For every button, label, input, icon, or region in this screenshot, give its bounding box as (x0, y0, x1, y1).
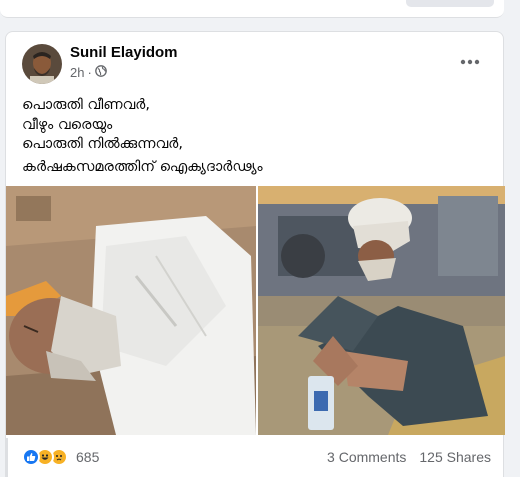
previous-post-card (0, 0, 504, 18)
reactions-summary[interactable]: 685 (22, 448, 99, 466)
elderly-farmer-sitting-photo[interactable] (258, 186, 505, 435)
avatar[interactable] (22, 44, 62, 84)
previous-post-button[interactable] (406, 0, 494, 7)
post-time[interactable]: 2h (70, 65, 84, 80)
post-footer: 685 3 Comments 125 Shares (6, 435, 505, 477)
shares-count-link[interactable]: 125 Shares (419, 449, 491, 465)
post-text: പൊരുതി വീണവർ, വീഴും വരെയും പൊരുതി നിൽക്ക… (22, 96, 263, 177)
globe-icon[interactable] (94, 65, 107, 80)
reaction-count: 685 (76, 449, 100, 465)
post-text-line: പൊരുതി നിൽക്കുന്നവർ, (22, 136, 183, 152)
post-text-line: കർഷകസമരത്തിന് ഐക്യദാർഢ്യം (22, 158, 263, 175)
meta-separator: · (87, 65, 92, 80)
more-options-button[interactable] (454, 48, 486, 76)
elderly-farmer-lying-on-ground-photo[interactable] (6, 186, 256, 435)
photo-grid (6, 186, 505, 435)
post-stats: 3 Comments 125 Shares (327, 449, 491, 465)
like-icon (22, 448, 40, 466)
post-text-line: പൊരുതി വീണവർ, (22, 97, 150, 113)
post-text-line: വീഴും വരെയും (22, 116, 113, 133)
post-card: Sunil Elayidom 2h · പൊരുതി വീണവർ, വീഴും … (5, 31, 505, 477)
more-horizontal-icon (460, 59, 480, 65)
comments-count-link[interactable]: 3 Comments (327, 449, 406, 465)
post-author[interactable]: Sunil Elayidom (70, 44, 178, 61)
post-meta: 2h · (70, 65, 107, 80)
